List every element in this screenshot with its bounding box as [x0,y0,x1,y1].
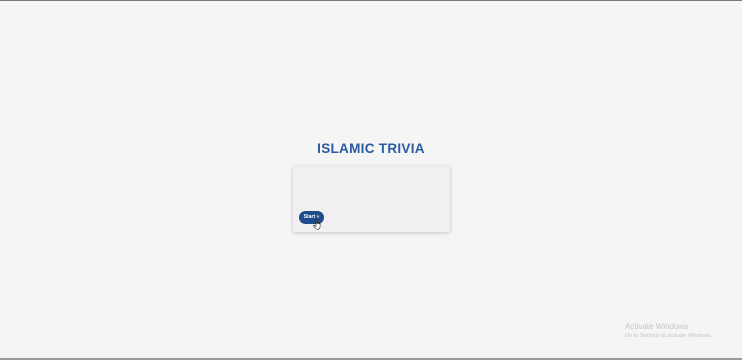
hand-pointer-icon [313,219,321,230]
window-top-border [0,0,742,1]
activate-windows-subtitle: Go to Settings to activate Windows. [625,333,712,339]
activate-windows-title: Activate Windows [625,322,689,331]
activate-windows-watermark: Activate Windows Go to Settings to activ… [625,322,712,340]
page-title: ISLAMIC TRIVIA [317,141,425,156]
